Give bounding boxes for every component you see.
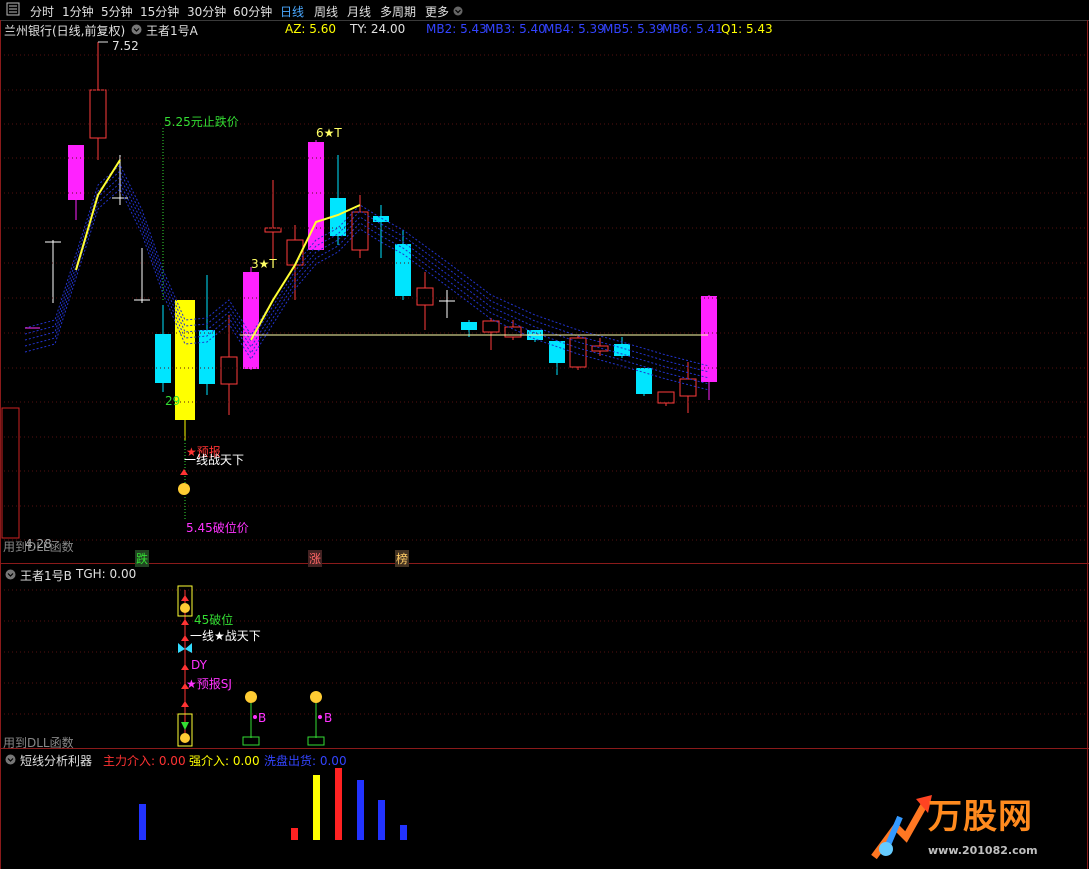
candle-body [155, 334, 171, 383]
ma-band-line [24, 170, 710, 373]
az-value: AZ: 5.60 [285, 22, 337, 36]
star-3t-label: 3★T [251, 257, 277, 271]
die-badge[interactable]: 跌 [135, 550, 150, 567]
buy-dot [318, 715, 322, 719]
candle-body [220, 356, 238, 385]
money-bag-icon [180, 733, 190, 743]
kline-canvas[interactable] [0, 0, 1089, 869]
chevron-down-icon[interactable] [5, 754, 16, 768]
ma-band-line [24, 164, 710, 367]
money-bag-icon [310, 691, 322, 703]
dll-footer: 用到DLL函数 [3, 736, 74, 750]
ty-value: TY: 24.00 [350, 22, 406, 36]
signal-bar [313, 775, 320, 840]
strong-in-value: 强介入: 0.00 [189, 754, 260, 768]
tgh-value: TGH: 0.00 [76, 567, 137, 581]
mb2-value: MB2: 5.43 [426, 22, 487, 36]
stop-fall-price-label: 5.25元止跌价 [164, 115, 239, 129]
mb6-value: MB6: 5.41 [662, 22, 723, 36]
signal-bar [378, 800, 385, 840]
candle-body [549, 341, 565, 363]
low-price-label: 4.28 [25, 537, 52, 551]
buy-box [307, 736, 325, 746]
watermark-brand: 万股网 [928, 797, 1033, 837]
signal-bar [139, 804, 146, 840]
break-price-label: 5.45破位价 [186, 521, 249, 535]
volume-box [1, 407, 20, 539]
panel-c-indicator[interactable]: 短线分析利器 [20, 752, 92, 769]
money-bag-icon [178, 483, 190, 495]
candle-body [243, 272, 259, 369]
stock-title: 兰州银行(日线,前复权) [4, 24, 126, 38]
chevron-down-icon[interactable] [5, 569, 16, 583]
buy-b-label: B [258, 711, 267, 725]
watermark-url: www.201082.com [928, 844, 1038, 857]
panel-b-indicator[interactable]: 王者1号B [20, 567, 72, 584]
left-border [0, 20, 1, 869]
panel-separator[interactable] [0, 748, 1089, 749]
up-arrow-icon [180, 469, 188, 475]
buy-dot [253, 715, 257, 719]
candle-body [679, 378, 697, 397]
zhang-badge[interactable]: 涨 [308, 550, 323, 567]
candle-body [482, 320, 500, 333]
buy-box [242, 736, 260, 746]
break-position-label: 45破位 [194, 613, 234, 627]
signal-bar [335, 768, 342, 840]
candle-body [395, 244, 411, 296]
candle-body [416, 287, 434, 306]
up-arrow-icon [181, 619, 189, 625]
down-arrow-icon [181, 722, 189, 730]
candle-body [461, 322, 477, 330]
star-6t-label: 6★T [316, 126, 342, 140]
up-arrow-icon [181, 701, 189, 707]
mb4-value: MB4: 5.39 [544, 22, 605, 36]
candle-body [351, 211, 369, 251]
candle-body [657, 391, 675, 404]
arrow-logo-icon [871, 795, 932, 860]
count-29-label: 29 [165, 394, 181, 408]
dy-label: DY [191, 658, 207, 672]
wash-out-value: 洗盘出货: 0.00 [264, 754, 347, 768]
forecast-sj-label: ★预报SJ [186, 677, 232, 691]
up-arrow-icon [181, 635, 189, 641]
up-arrow-icon [181, 595, 189, 601]
chevron-down-icon[interactable] [131, 24, 142, 38]
candle-body [89, 89, 107, 139]
candle-body [264, 227, 282, 233]
up-arrow-icon [181, 664, 189, 670]
one-line-label: 一线战天下 [184, 453, 245, 467]
signal-bar [291, 828, 298, 840]
money-bag-icon [180, 603, 190, 613]
signal-bar [400, 825, 407, 840]
one-line-star-label: 一线★战天下 [190, 629, 261, 643]
panel-separator[interactable] [0, 563, 1089, 564]
indicator-name[interactable]: 王者1号A [146, 22, 198, 39]
candle-body [569, 337, 587, 368]
q1-value: Q1: 5.43 [721, 22, 773, 36]
candle-body [636, 368, 652, 394]
money-bag-icon [245, 691, 257, 703]
mb3-value: MB3: 5.40 [485, 22, 546, 36]
buy-b-label: B [324, 711, 333, 725]
candle-body [68, 145, 84, 200]
main-force-value: 主力介入: 0.00 [103, 754, 186, 768]
candle-body [701, 296, 717, 382]
candle-body [199, 330, 215, 384]
right-border [1087, 20, 1088, 869]
signal-bar [357, 780, 364, 840]
high-price-label: 7.52 [112, 39, 139, 53]
watermark-logo: 万股网 www.201082.com [866, 787, 1076, 863]
mb5-value: MB5: 5.39 [603, 22, 664, 36]
bang-badge[interactable]: 榜 [395, 550, 410, 567]
